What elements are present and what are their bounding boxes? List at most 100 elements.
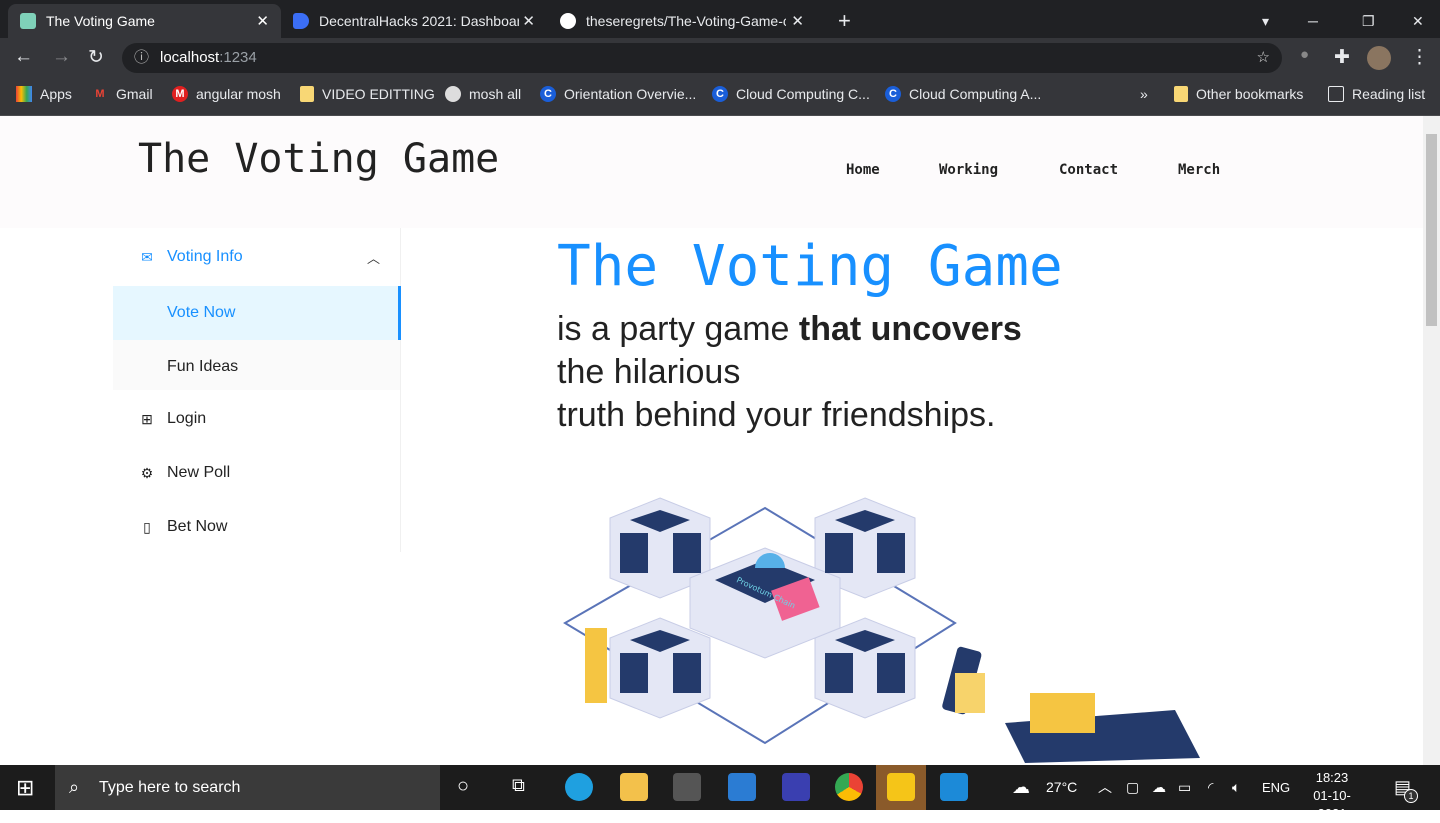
- onedrive-icon[interactable]: ☁: [1152, 765, 1166, 810]
- mail-app-icon[interactable]: [728, 773, 756, 801]
- meet-icon[interactable]: ▢: [1126, 765, 1139, 810]
- mosh-icon: M: [172, 86, 188, 102]
- github-icon: [560, 13, 576, 29]
- bookmark-cloud-computing-c[interactable]: C Cloud Computing C...: [712, 86, 870, 102]
- extensions-puzzle-icon[interactable]: ✚: [1334, 46, 1350, 69]
- language-indicator[interactable]: ENG: [1262, 765, 1290, 810]
- bookmark-star-icon[interactable]: ☆: [1257, 43, 1270, 73]
- folder-icon: [300, 86, 314, 102]
- blockchain-illustration: Provotum Chain: [563, 497, 1200, 763]
- appstore-icon: ⊞: [141, 411, 153, 427]
- tab-github[interactable]: theseregrets/The-Voting-Game-c ✕: [548, 4, 816, 38]
- site-favicon-icon: [20, 13, 36, 29]
- ballot-box-illustration: [1030, 693, 1095, 733]
- bookmark-cloud-computing-a[interactable]: C Cloud Computing A...: [885, 86, 1041, 102]
- coursera-icon: C: [540, 86, 556, 102]
- bookmark-mosh-all[interactable]: mosh all: [445, 86, 521, 102]
- nav-working[interactable]: Working: [939, 162, 998, 178]
- close-window-button[interactable]: ✕: [1400, 4, 1436, 38]
- close-tab-icon[interactable]: ✕: [791, 12, 804, 30]
- folder-icon: [1174, 86, 1188, 102]
- address-toolbar: ← → ↻ ⓘ localhost:1234 ☆ ● ✚ ⋮: [0, 38, 1440, 78]
- sidebar-item-vote-now[interactable]: Vote Now: [113, 286, 401, 340]
- edge-icon[interactable]: [565, 773, 593, 801]
- app-icon[interactable]: [782, 773, 810, 801]
- bookmark-orientation[interactable]: C Orientation Overvie...: [540, 86, 696, 102]
- bet-icon: ▯: [143, 519, 151, 535]
- tray-chevron-icon[interactable]: ︿: [1098, 765, 1112, 810]
- bookmarks-overflow[interactable]: »: [1140, 86, 1148, 102]
- address-bar[interactable]: ⓘ localhost:1234 ☆: [122, 43, 1282, 73]
- volume-icon[interactable]: 🔈︎: [1232, 765, 1240, 810]
- sidebar-item-login[interactable]: ⊞ Login: [113, 392, 400, 446]
- sidebar-menu: ✉ Voting Info ︿ Vote Now Fun Ideas ⊞ Logi…: [113, 228, 401, 552]
- other-bookmarks[interactable]: Other bookmarks: [1174, 86, 1303, 102]
- new-tab-button[interactable]: +: [826, 4, 863, 38]
- forward-icon[interactable]: →: [52, 46, 71, 68]
- bookmarks-bar: Apps M Gmail Mangular mosh VIDEO EDITTING…: [0, 78, 1440, 116]
- tab-voting-game[interactable]: The Voting Game ✕: [8, 4, 281, 38]
- close-tab-icon[interactable]: ✕: [522, 12, 535, 30]
- sidebar-item-fun-ideas[interactable]: Fun Ideas: [113, 340, 400, 394]
- sticky-notes-icon[interactable]: [887, 773, 915, 801]
- page-scrollbar[interactable]: [1423, 116, 1440, 765]
- hero-title: The Voting Game: [557, 234, 1063, 299]
- document-illustration: [955, 673, 985, 713]
- nav-merch[interactable]: Merch: [1178, 162, 1220, 178]
- devfolio-icon: [293, 13, 309, 29]
- restore-button[interactable]: ❐: [1350, 4, 1387, 38]
- task-view-icon[interactable]: ⧉: [512, 775, 525, 796]
- taskbar-search[interactable]: ⌕ Type here to search: [55, 765, 440, 810]
- setting-icon: ⚙: [140, 465, 154, 481]
- profile-avatar[interactable]: [1367, 46, 1391, 70]
- reading-list-icon: [1328, 86, 1344, 102]
- minimize-button[interactable]: ─: [1296, 4, 1330, 38]
- reload-icon[interactable]: ↻: [88, 46, 104, 69]
- notifications-icon[interactable]: ▤: [1394, 765, 1411, 810]
- hero-tagline: is a party game that uncovers the hilari…: [557, 310, 1022, 434]
- battery-icon[interactable]: ▭: [1178, 765, 1191, 810]
- chrome-icon[interactable]: [835, 773, 863, 801]
- site-brand[interactable]: The Voting Game: [138, 136, 499, 182]
- person-illustration: [585, 628, 607, 703]
- mail-icon: ✉: [141, 249, 153, 265]
- reading-list[interactable]: Reading list: [1328, 86, 1425, 102]
- file-explorer-icon[interactable]: [620, 773, 648, 801]
- store-icon[interactable]: [673, 773, 701, 801]
- tab-decentralhacks[interactable]: DecentralHacks 2021: Dashboard ✕: [281, 4, 547, 38]
- sidebar-item-bet-now[interactable]: ▯ Bet Now: [113, 500, 400, 554]
- browser-tab-strip: The Voting Game ✕ DecentralHacks 2021: D…: [0, 0, 1440, 38]
- weather-icon[interactable]: ☁: [1012, 765, 1030, 810]
- nav-contact[interactable]: Contact: [1059, 162, 1118, 178]
- bookmark-angular-mosh[interactable]: Mangular mosh: [172, 86, 281, 102]
- server-blocks: [609, 497, 916, 719]
- bookmark-video-editting[interactable]: VIDEO EDITTING: [300, 86, 435, 102]
- globe-icon: [445, 86, 461, 102]
- tab-search-icon[interactable]: ▾: [1250, 4, 1281, 38]
- nav-home[interactable]: Home: [846, 162, 880, 178]
- back-icon[interactable]: ←: [14, 46, 33, 68]
- gmail-icon: M: [95, 88, 105, 100]
- scrollbar-thumb[interactable]: [1426, 134, 1437, 326]
- windows-start-icon[interactable]: ⊞: [16, 775, 34, 801]
- weather-temp[interactable]: 27°C: [1046, 765, 1077, 810]
- sidebar-group-voting-info[interactable]: ✉ Voting Info ︿: [113, 230, 400, 284]
- web-page: The Voting Game Home Working Contact Mer…: [0, 116, 1423, 765]
- sidebar-item-new-poll[interactable]: ⚙ New Poll: [113, 446, 400, 500]
- close-tab-icon[interactable]: ✕: [256, 12, 269, 30]
- bookmark-apps[interactable]: Apps: [16, 86, 72, 102]
- coursera-icon: C: [712, 86, 728, 102]
- cortana-icon[interactable]: ○: [457, 775, 469, 798]
- chevron-up-icon: ︿: [366, 250, 380, 266]
- vscode-icon[interactable]: [940, 773, 968, 801]
- site-header: The Voting Game Home Working Contact Mer…: [0, 116, 1423, 228]
- apps-grid-icon: [16, 86, 32, 102]
- windows-taskbar: ⊞ ⌕ Type here to search ○ ⧉ ☁ 27°C ︿ ▢ ☁…: [0, 765, 1440, 821]
- menu-kebab-icon[interactable]: ⋮: [1410, 46, 1429, 69]
- bookmark-gmail[interactable]: M Gmail: [92, 86, 152, 102]
- wifi-icon[interactable]: ◜: [1208, 765, 1213, 810]
- search-icon: ⌕: [69, 777, 80, 797]
- extension-icon[interactable]: ●: [1300, 46, 1309, 63]
- notification-count-badge: 1: [1404, 789, 1418, 803]
- clock[interactable]: 18:23 01-10-2021: [1300, 769, 1364, 823]
